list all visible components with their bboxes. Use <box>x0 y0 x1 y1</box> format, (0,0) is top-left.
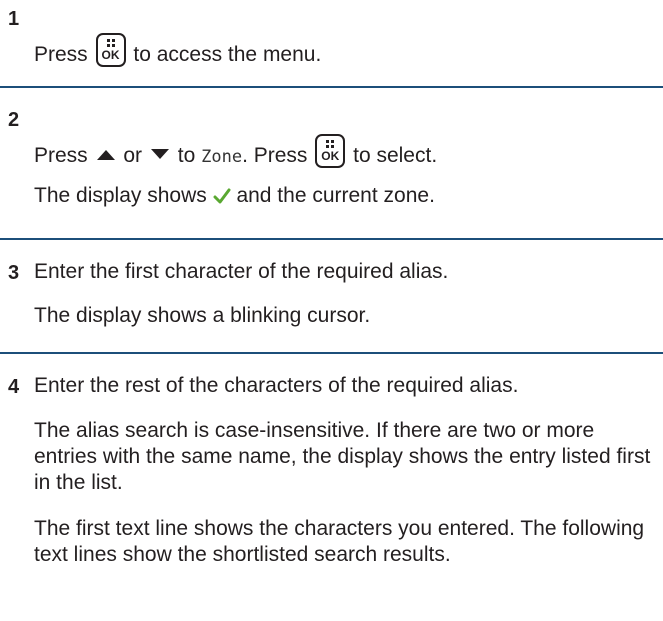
step-number: 1 <box>8 8 20 30</box>
step-2-result: The display shows and the current zone. <box>34 182 435 210</box>
checkmark-icon <box>213 188 231 204</box>
ok-key-label: OK <box>101 48 120 62</box>
instruction-text: or <box>123 144 143 167</box>
up-arrow-icon <box>96 150 115 160</box>
menu-item-zone: Zone <box>201 147 243 167</box>
step-separator <box>0 352 663 354</box>
ok-key-label: OK <box>321 149 340 163</box>
menu-ok-key-icon: OK <box>315 134 346 168</box>
step-4-note: The alias search is case-insensitive. If… <box>34 419 651 494</box>
result-text: and the current zone. <box>236 184 435 207</box>
instruction-text: to access the menu. <box>133 43 322 66</box>
instruction-text: . Press <box>242 144 308 167</box>
result-text: The display shows <box>34 184 207 207</box>
step-3-instruction: Enter the first character of the require… <box>34 260 449 283</box>
step-4-instruction: Enter the rest of the characters of the … <box>34 374 519 397</box>
step-separator <box>0 238 663 240</box>
step-4-result: The first text line shows the characters… <box>34 517 645 566</box>
instruction-text: to <box>177 144 196 167</box>
down-arrow-icon <box>150 149 169 159</box>
step-number: 2 <box>8 109 20 131</box>
step-number: 3 <box>8 262 20 284</box>
step-2-instruction: Press or to Zone. Press OK to select. <box>34 134 437 171</box>
step-separator <box>0 86 663 88</box>
instruction-text: to select. <box>353 144 438 167</box>
step-number: 4 <box>8 376 20 398</box>
instruction-text: Press <box>34 43 88 66</box>
step-3-result: The display shows a blinking cursor. <box>34 304 371 327</box>
menu-ok-key-icon: OK <box>95 33 126 67</box>
instruction-text: Press <box>34 144 88 167</box>
step-1-instruction: Press OK to access the menu. <box>34 33 321 69</box>
